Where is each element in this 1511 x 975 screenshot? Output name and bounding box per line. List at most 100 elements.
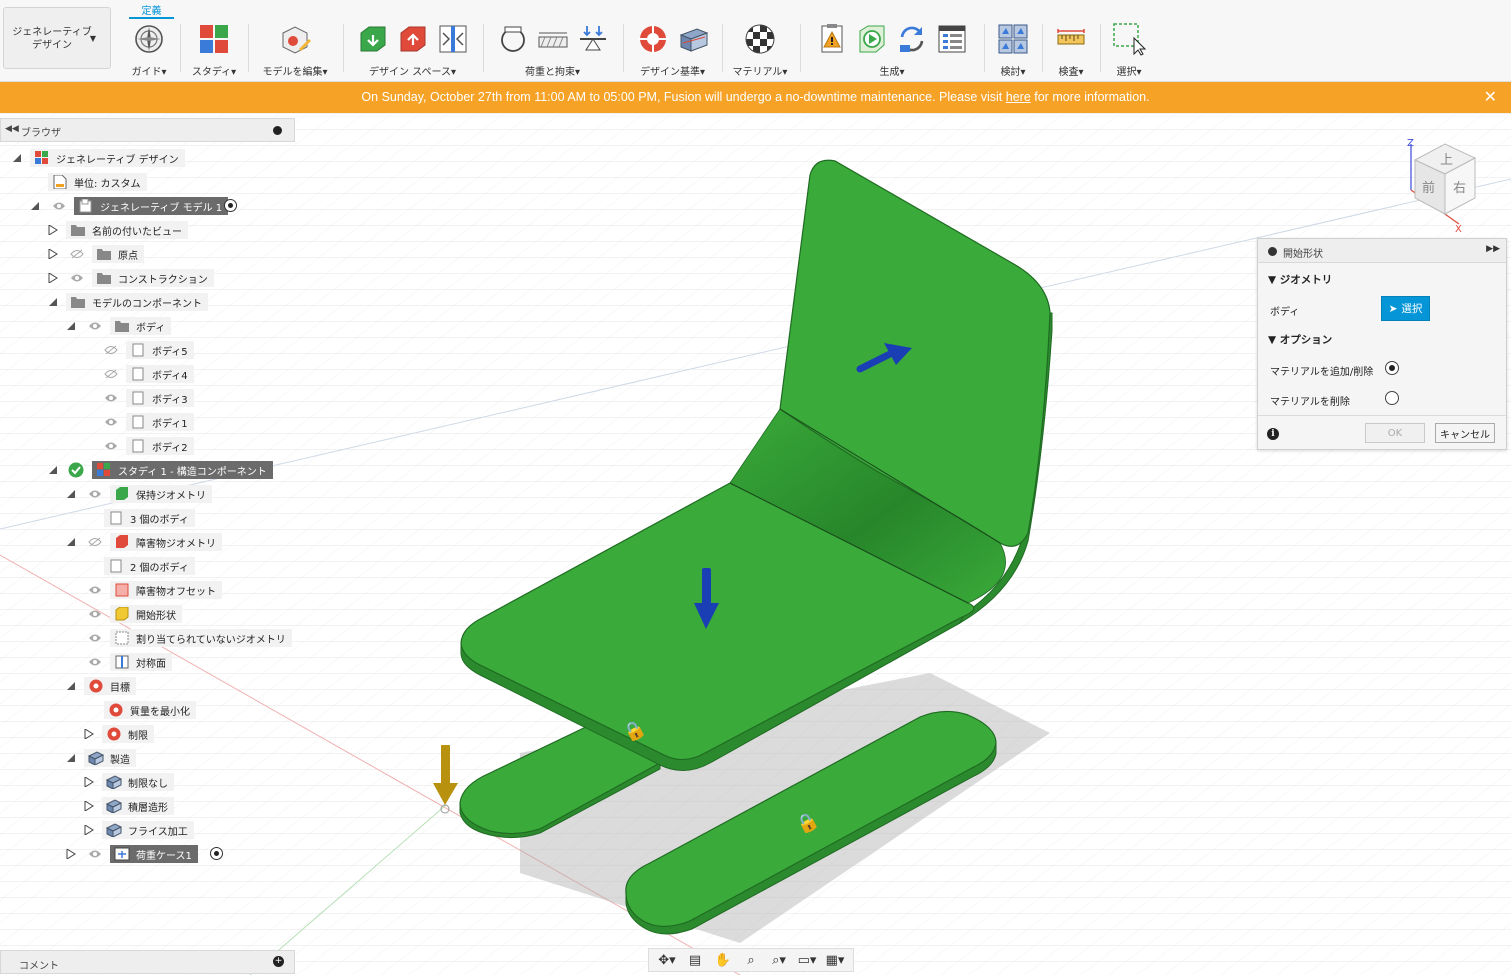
eye-icon[interactable] [52, 201, 66, 211]
expanded-triangle-icon[interactable] [66, 489, 76, 499]
comments-bar[interactable]: コメント + [0, 950, 295, 974]
collapsed-triangle-icon[interactable] [84, 801, 94, 811]
select-body-button[interactable]: ➤ 選択 [1381, 296, 1430, 321]
expanded-triangle-icon[interactable] [66, 753, 76, 763]
geometry-section[interactable]: ▼ ジオメトリ [1268, 272, 1332, 287]
collapsed-triangle-icon[interactable] [48, 249, 58, 259]
option-remove-radio[interactable] [1385, 391, 1399, 405]
eye-icon[interactable] [88, 585, 102, 595]
eye-icon[interactable] [88, 609, 102, 619]
dialog-header[interactable]: 開始形状 ▶▶ [1258, 239, 1506, 263]
tree-label: ボディ [136, 322, 166, 334]
eye-icon[interactable] [88, 849, 102, 859]
display-settings-icon[interactable]: ▭▾ [796, 951, 818, 969]
manufacturing-icon [106, 823, 122, 837]
eye-icon[interactable] [88, 657, 102, 667]
activate-radio[interactable] [224, 199, 237, 212]
expanded-triangle-icon[interactable] [48, 465, 58, 475]
eye-hidden-icon[interactable] [104, 369, 118, 379]
eye-icon[interactable] [88, 489, 102, 499]
body-field-label: ボディ [1270, 307, 1300, 318]
loads-constraints-group[interactable]: 荷重と拘束▾ [490, 20, 615, 78]
active-tab-indicator [129, 17, 174, 19]
sync-icon [895, 22, 929, 56]
banner-text: On Sunday, October 27th from 11:00 AM to… [361, 90, 1006, 104]
guide-group[interactable]: ガイド▾ [124, 20, 174, 78]
fit-zoom-icon[interactable]: ⌕▾ [768, 951, 790, 969]
viewcube-front-label: 前 [1422, 180, 1435, 196]
tree-label: 名前の付いたビュー [92, 226, 182, 238]
objectives-icon [109, 703, 123, 717]
inspect-group[interactable]: 検査▾ [1048, 20, 1094, 78]
option-add-remove-label: マテリアルを追加/削除 [1270, 367, 1374, 378]
tree-label: 3 個のボディ [130, 514, 189, 526]
close-icon[interactable]: ✕ [1484, 87, 1497, 106]
expanded-triangle-icon[interactable] [66, 321, 76, 331]
eye-hidden-icon[interactable] [70, 249, 84, 259]
expand-dialog-icon[interactable]: ▶▶ [1486, 244, 1500, 254]
tree-label: 原点 [118, 250, 138, 262]
collapsed-triangle-icon[interactable] [84, 729, 94, 739]
collapsed-triangle-icon[interactable] [66, 849, 76, 859]
options-section[interactable]: ▼ オプション [1268, 332, 1332, 347]
explore-group[interactable]: 検討▾ [990, 20, 1036, 78]
material-label: マテリアル▾ [732, 67, 788, 78]
expanded-triangle-icon[interactable] [30, 201, 40, 211]
material-group[interactable]: マテリアル▾ [728, 20, 792, 78]
ok-button[interactable]: OK [1365, 423, 1425, 443]
expanded-triangle-icon[interactable] [66, 537, 76, 547]
chevron-down-icon: ▼ [89, 34, 96, 43]
tree-label: 2 個のボディ [130, 562, 189, 574]
eye-icon[interactable] [104, 441, 118, 451]
eye-icon[interactable] [70, 273, 84, 283]
panel-options-icon[interactable] [273, 126, 282, 135]
collapsed-triangle-icon[interactable] [84, 777, 94, 787]
eye-icon[interactable] [88, 321, 102, 331]
expanded-triangle-icon[interactable] [48, 297, 58, 307]
browser-title: ブラウザ [21, 128, 61, 139]
design-criteria-group[interactable]: デザイン基準▾ [630, 20, 715, 78]
starting-shape-icon [115, 607, 129, 621]
structural-constraint-icon [496, 22, 530, 56]
zoom-icon[interactable]: ⌕ [740, 951, 762, 969]
select-group[interactable]: 選択▾ [1106, 20, 1152, 78]
body-icon [132, 415, 144, 429]
activate-radio[interactable] [210, 847, 223, 860]
starting-shape-dialog: 開始形状 ▶▶ ▼ ジオメトリ ボディ ➤ 選択 ▼ オプション マテリアルを追… [1257, 238, 1507, 450]
tree-label: 荷重ケース1 [136, 850, 192, 862]
eye-icon[interactable] [104, 417, 118, 427]
tab-define[interactable]: 定義 [129, 2, 174, 17]
eye-hidden-icon[interactable] [104, 345, 118, 355]
banner-text-after: for more information. [1030, 90, 1150, 104]
edit-model-group[interactable]: モデルを編集▾ [255, 20, 335, 78]
workspace-switcher[interactable]: ジェネレーティブ デザイン ▼ [3, 7, 111, 69]
tree-label: ボディ1 [152, 418, 188, 430]
design-space-group[interactable]: デザイン スペース▾ [350, 20, 475, 78]
orbit-icon[interactable]: ✥▾ [656, 951, 678, 969]
look-at-icon[interactable]: ▤ [684, 951, 706, 969]
expanded-triangle-icon[interactable] [66, 681, 76, 691]
tree-label: ボディ4 [152, 370, 188, 382]
option-add-remove-radio[interactable] [1385, 361, 1399, 375]
cancel-button[interactable]: キャンセル [1435, 423, 1495, 443]
viewcube[interactable]: Z X 上 前 右 [1397, 132, 1497, 237]
eye-icon[interactable] [104, 393, 118, 403]
expanded-triangle-icon[interactable] [12, 153, 22, 163]
info-icon[interactable]: i [1267, 428, 1279, 440]
eye-hidden-icon[interactable] [88, 537, 102, 547]
add-comment-icon[interactable]: + [273, 956, 284, 967]
select-cursor-icon [1112, 22, 1146, 56]
eye-icon[interactable] [88, 633, 102, 643]
collapse-panel-icon[interactable]: ◀◀ [5, 124, 19, 134]
pan-hand-icon[interactable]: ✋ [712, 951, 734, 969]
obstacle-geometry-icon [396, 22, 430, 56]
generate-group[interactable]: 生成▾ [808, 20, 976, 78]
browser-header[interactable]: ◀◀ ブラウザ [0, 118, 295, 142]
collapsed-triangle-icon[interactable] [48, 273, 58, 283]
collapsed-triangle-icon[interactable] [84, 825, 94, 835]
grid-settings-icon[interactable]: ▦▾ [824, 951, 846, 969]
banner-link[interactable]: here [1006, 90, 1031, 104]
measure-icon [1054, 22, 1088, 56]
study-group[interactable]: スタディ▾ [186, 20, 242, 78]
collapsed-triangle-icon[interactable] [48, 225, 58, 235]
